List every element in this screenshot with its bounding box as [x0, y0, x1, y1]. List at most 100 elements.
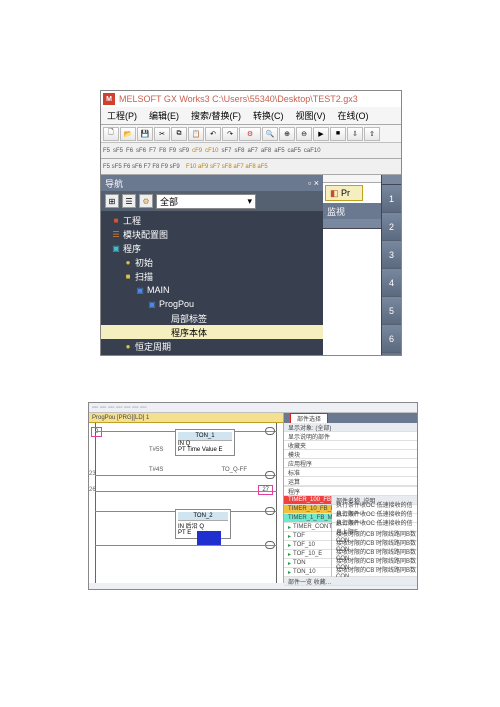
nav-title: 导航: [105, 177, 123, 190]
tree-program-body[interactable]: 程序本体: [101, 325, 323, 339]
panel-desc-list: 部件名称 说明 执行条件收OC 低速接收的信息上限F 执行条件收OC 低速接收的…: [332, 496, 417, 577]
blue-cursor: [197, 531, 221, 545]
tb-cut[interactable]: ✂: [154, 127, 170, 141]
cat-3[interactable]: 应用程序: [284, 459, 417, 468]
rung-2: [95, 475, 277, 476]
tree-progpou[interactable]: ▣ProgPou: [101, 297, 323, 311]
rung-5: [95, 545, 277, 546]
tb-online-read[interactable]: ⇧: [364, 127, 380, 141]
pink-step-27: 27: [258, 485, 273, 495]
num-column: 1 2 3 4 5 6: [381, 175, 401, 355]
right-pane: ◧ Pr 监视: [323, 175, 381, 355]
tb-undo[interactable]: ↶: [205, 127, 221, 141]
step-23: 23: [89, 471, 96, 477]
nav-pin-icon[interactable]: ▫ ×: [308, 178, 319, 188]
tb-zoom-in[interactable]: ⊕: [279, 127, 295, 141]
hl-item-1[interactable]: TIMER_10_FB_M: [284, 505, 331, 514]
panel-top: 部件选择: [284, 413, 417, 423]
nav-list-icon[interactable]: ☰: [122, 194, 136, 208]
num-6[interactable]: 6: [382, 325, 401, 353]
title-text: MELSOFT GX Works3 C:\Users\55340\Desktop…: [119, 94, 358, 104]
ladder-area[interactable]: 0 TON_1 IN Q PT Time Value E T#5S 23 T#4…: [89, 423, 283, 583]
menu-online[interactable]: 在线(O): [332, 109, 375, 122]
menu-convert[interactable]: 转换(C): [247, 109, 290, 122]
desc-7: 接收时限的CB 时限线路同B数CON: [332, 568, 417, 577]
item-4[interactable]: ▸TON: [284, 559, 331, 568]
tree-module-config[interactable]: ☰模块配置图: [101, 227, 323, 241]
item-2[interactable]: ▸TOF_10: [284, 541, 331, 550]
nav-combo-value: 全部: [160, 195, 178, 208]
step-26: 26: [89, 487, 96, 493]
tree-scan[interactable]: ■扫描: [101, 269, 323, 283]
tb-convert[interactable]: ⚙: [239, 127, 261, 141]
tb-paste[interactable]: 📋: [188, 127, 204, 141]
fkey-row-2: F5 sF5 F6 sF6 F7 F8 F9 sF9 F10 aF9 sF7 s…: [101, 159, 401, 175]
tb-copy[interactable]: ⧉: [171, 127, 187, 141]
coil-2: [265, 471, 275, 479]
tree-initial[interactable]: ●初始: [101, 255, 323, 269]
right-tab[interactable]: ◧ Pr: [325, 185, 363, 201]
menu-project[interactable]: 工程(P): [101, 109, 143, 122]
num-3[interactable]: 3: [382, 241, 401, 269]
pink-step-0: 0: [91, 427, 102, 437]
tb-zoom-out[interactable]: ⊖: [296, 127, 312, 141]
tree-project[interactable]: ■工程: [101, 213, 323, 227]
bot-body: ProgPou [PRG][LD] 1 0 TON_1 IN Q PT Time…: [89, 413, 417, 583]
menu-bar: 工程(P) 编辑(E) 搜索/替换(F) 转换(C) 视图(V) 在线(O): [101, 107, 401, 125]
cat-4[interactable]: 标准: [284, 468, 417, 477]
rule-header: 监视: [323, 203, 381, 219]
tree-program[interactable]: ▣程序: [101, 241, 323, 255]
menu-edit[interactable]: 编辑(E): [143, 109, 185, 122]
lbl-t5s: T#5S: [149, 447, 163, 453]
tree-local-label[interactable]: 局部标签: [101, 311, 323, 325]
lbl-t4s: T#4S: [149, 467, 163, 473]
tb-redo[interactable]: ↷: [222, 127, 238, 141]
coil-1: [265, 427, 275, 435]
tree-event[interactable]: ●事件: [101, 353, 323, 355]
cat-5[interactable]: 运算: [284, 477, 417, 486]
rung-3: [95, 491, 277, 492]
nav-tree-icon[interactable]: ⊞: [105, 194, 119, 208]
hl-item-0[interactable]: TIMER_100_FB_M: [284, 496, 331, 505]
tree-main[interactable]: ▣MAIN: [101, 283, 323, 297]
item-0[interactable]: ▸TIMER_CONT_FB_M: [284, 523, 331, 532]
fb-title-2: TON_2: [178, 512, 228, 521]
fkey-row-1: F5sF5F6sF6 F7F8F9sF9 cF9cF10sF7sF8 aF7aF…: [101, 143, 401, 159]
num-5[interactable]: 5: [382, 297, 401, 325]
tb-save[interactable]: 💾: [137, 127, 153, 141]
panel-split: TIMER_100_FB_M TIMER_10_FB_M TIMER_1_FB_…: [284, 496, 417, 577]
nav-header: 导航 ▫ ×: [101, 175, 323, 191]
num-1[interactable]: 1: [382, 185, 401, 213]
tb-find[interactable]: 🔍: [262, 127, 278, 141]
nav-pane: 导航 ▫ × ⊞ ☰ ⚙ 全部 ▾ ■工程 ☰模块配置图 ▣程序 ●初始 ■扫描…: [101, 175, 323, 355]
tb-monitor[interactable]: ▶: [313, 127, 329, 141]
menu-search[interactable]: 搜索/替换(F): [185, 109, 247, 122]
nav-filter-combo[interactable]: 全部 ▾: [156, 194, 256, 209]
fb-ton-1[interactable]: TON_1 IN Q PT Time Value E: [175, 429, 235, 456]
right-tab-icon: ◧: [330, 188, 339, 199]
hl-item-2[interactable]: TIMER_1_FB_M: [284, 514, 331, 523]
num-2[interactable]: 2: [382, 213, 401, 241]
ladder-tab[interactable]: ProgPou [PRG][LD] 1: [89, 413, 283, 423]
fb-title-1: TON_1: [178, 432, 232, 441]
lbl-toq: TO_Q-FF: [221, 467, 247, 473]
bot-toolbar-icons: ▫▫▫ ▫▫▫ ▫▫▫ ▫▫▫ ▫▫▫ ▫▫▫ ▫▫▫: [92, 405, 147, 411]
nav-tree: ■工程 ☰模块配置图 ▣程序 ●初始 ■扫描 ▣MAIN ▣ProgPou 局部…: [101, 211, 323, 355]
nav-toolbar: ⊞ ☰ ⚙ 全部 ▾: [101, 191, 323, 211]
title-bar: M MELSOFT GX Works3 C:\Users\55340\Deskt…: [101, 91, 401, 107]
bot-toolbar: ▫▫▫ ▫▫▫ ▫▫▫ ▫▫▫ ▫▫▫ ▫▫▫ ▫▫▫: [89, 403, 417, 413]
tb-new[interactable]: 🗋: [103, 127, 119, 141]
tb-online-write[interactable]: ⇩: [347, 127, 363, 141]
top-screenshot: M MELSOFT GX Works3 C:\Users\55340\Deskt…: [100, 90, 402, 356]
tb-stop[interactable]: ■: [330, 127, 346, 141]
menu-view[interactable]: 视图(V): [290, 109, 332, 122]
cat-1[interactable]: 收藏夹: [284, 441, 417, 450]
tb-open[interactable]: 📂: [120, 127, 136, 141]
item-3[interactable]: ▸TOF_10_E: [284, 550, 331, 559]
right-rule: 监视: [323, 203, 381, 355]
nav-gear-icon[interactable]: ⚙: [139, 194, 153, 208]
panel-bottom-tab[interactable]: 部件一览 收藏…: [284, 577, 417, 586]
tree-fixed-cycle[interactable]: ●恒定周期: [101, 339, 323, 353]
num-4[interactable]: 4: [382, 269, 401, 297]
item-1[interactable]: ▸TOF: [284, 532, 331, 541]
